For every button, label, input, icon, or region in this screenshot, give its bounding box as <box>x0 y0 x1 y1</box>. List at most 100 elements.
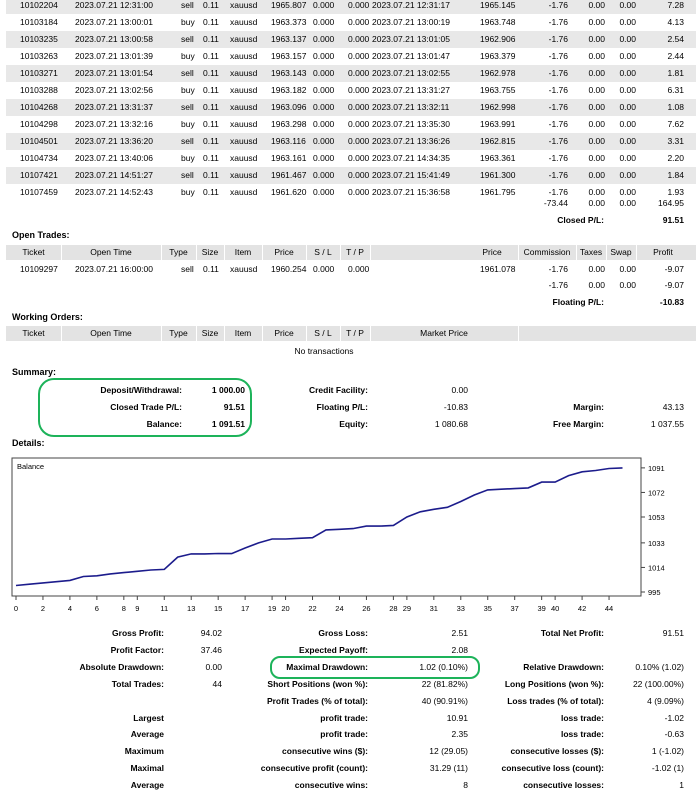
open-trade-market-price: 1961.078 <box>480 264 516 274</box>
details-v3-row-9: 1 <box>679 780 684 791</box>
closed-trade-swap: 0.00 <box>619 51 636 61</box>
open-trades-title: Open Trades: <box>12 230 70 240</box>
x-tick-label: 26 <box>362 604 370 613</box>
open-trade-ticket: 10109297 <box>20 264 58 274</box>
closed-trade-open-time: 2023.07.21 14:51:27 <box>75 170 153 180</box>
closed-trade-tp: 0.000 <box>348 0 370 10</box>
closed-trade-size: 0.11 <box>203 170 219 180</box>
open-trade-swap: 0.00 <box>619 264 636 274</box>
closed-trade-ticket: 10104268 <box>20 102 58 112</box>
closed-trade-profit: 2.44 <box>667 51 684 61</box>
closed-trade-size: 0.11 <box>203 17 219 27</box>
closed-trade-close-price: 1962.978 <box>480 68 516 78</box>
details-v1-row-2: 0.00 <box>205 661 222 672</box>
closed-trade-close-time: 2023.07.21 14:34:35 <box>372 153 450 163</box>
closed-trade-profit: 2.20 <box>667 153 684 163</box>
free-margin-value: 1 037.55 <box>650 419 684 429</box>
closed-trade-open-time: 2023.07.21 14:52:43 <box>75 187 153 197</box>
details-l2-row-0: Gross Loss: <box>318 628 368 638</box>
closed-trade-size: 0.11 <box>203 102 219 112</box>
closed-trade-sl: 0.000 <box>313 0 335 10</box>
closed-trade-size: 0.11 <box>203 136 219 146</box>
closed-trade-profit: 2.54 <box>667 34 684 44</box>
details-l3-row-2: Relative Drawdown: <box>523 661 604 672</box>
closed-trade-profit: 3.31 <box>667 136 684 146</box>
closed-trade-ticket: 10104298 <box>20 119 58 129</box>
wo-col-size: Size <box>201 328 219 338</box>
closed-trade-close-time: 2023.07.21 15:36:58 <box>372 187 450 197</box>
x-tick-label: 33 <box>457 604 465 613</box>
closed-trade-sl: 0.000 <box>313 102 335 112</box>
closed-trade-ticket: 10103263 <box>20 51 58 61</box>
closed-trade-taxes: 0.00 <box>588 17 605 27</box>
closed-trade-taxes: 0.00 <box>588 102 605 112</box>
x-tick-label: 37 <box>511 604 519 613</box>
details-l3-row-6: loss trade: <box>561 729 604 740</box>
closed-trade-size: 0.11 <box>203 187 219 197</box>
col-profit: Profit <box>653 247 673 257</box>
details-v2-row-3: 22 (81.82%) <box>421 678 468 689</box>
closed-trade-sl: 0.000 <box>313 187 335 197</box>
closed-trade-taxes: 0.00 <box>588 34 605 44</box>
x-tick-label: 22 <box>308 604 316 613</box>
closed-trade-taxes: 0.00 <box>588 51 605 61</box>
details-l2-row-3: Short Positions (won %): <box>267 678 368 689</box>
closed-trade-commission: -1.76 <box>548 153 568 163</box>
closed-trade-close-time: 2023.07.21 13:01:47 <box>372 51 450 61</box>
closed-trade-type: sell <box>181 102 194 112</box>
closed-trade-swap: 0.00 <box>619 0 636 10</box>
open-trade-time: 2023.07.21 16:00:00 <box>75 264 153 274</box>
col-commission: Commission <box>523 247 571 257</box>
closed-trade-swap: 0.00 <box>619 17 636 27</box>
details-l3-row-4: Loss trades (% of total): <box>507 695 604 706</box>
col-price: Price <box>274 247 294 257</box>
closed-trade-close-price: 1965.145 <box>480 0 516 10</box>
closed-trade-price: 1963.157 <box>271 51 307 61</box>
closed-trade-item: xauusd <box>230 187 258 197</box>
closed-trade-type: buy <box>181 51 195 61</box>
closed-trade-size: 0.11 <box>203 0 219 10</box>
closed-trade-tp: 0.000 <box>348 136 370 146</box>
details-l1-row-8: Maximal <box>130 763 164 774</box>
closed-total-swap: 0.00 <box>619 198 636 208</box>
closed-trade-ticket: 10107459 <box>20 187 58 197</box>
closed-trade-price: 1963.096 <box>271 102 307 112</box>
closed-trade-sl: 0.000 <box>313 85 335 95</box>
closed-trade-sl: 0.000 <box>313 34 335 44</box>
details-l3-row-3: Long Positions (won %): <box>504 678 604 689</box>
closed-trade-swap: 0.00 <box>619 102 636 112</box>
closed-trade-type: buy <box>181 153 195 163</box>
closed-trade-close-time: 2023.07.21 13:36:26 <box>372 136 450 146</box>
summary-title: Summary: <box>12 367 57 377</box>
details-v3-row-7: 1 (-1.02) <box>651 746 684 757</box>
closed-trade-tp: 0.000 <box>348 153 370 163</box>
details-title: Details: <box>12 438 45 448</box>
closed-trade-type: sell <box>181 34 194 44</box>
closed-trade-close-price: 1963.379 <box>480 51 516 61</box>
closed-trade-tp: 0.000 <box>348 51 370 61</box>
closed-trade-ticket: 10107421 <box>20 170 58 180</box>
closed-trade-size: 0.11 <box>203 119 219 129</box>
balance-chart: Balance 10911072105310331014995 0 2 4 6 8 9 11… <box>11 457 665 613</box>
x-tick-label: 35 <box>484 604 492 613</box>
details-l1-row-7: Maximum <box>124 746 164 757</box>
x-tick-label: 28 <box>389 604 397 613</box>
closed-trade-type: buy <box>181 17 195 27</box>
closed-trade-ticket: 10104734 <box>20 153 58 163</box>
x-tick-label: 44 <box>605 604 613 613</box>
col-ticket: Ticket <box>22 247 45 257</box>
closed-trade-tp: 0.000 <box>348 187 370 197</box>
closed-trade-close-price: 1962.998 <box>480 102 516 112</box>
open-trade-price: 1960.254 <box>271 264 307 274</box>
details-v2-row-4: 40 (90.91%) <box>421 695 468 706</box>
y-tick-label: 1014 <box>648 563 665 572</box>
closed-trade-sl: 0.000 <box>313 119 335 129</box>
closed-trade-ticket: 10103184 <box>20 17 58 27</box>
open-trade-profit: -9.07 <box>664 264 684 274</box>
closed-trade-item: xauusd <box>230 0 258 10</box>
open-trade-item: xauusd <box>230 264 258 274</box>
closed-trade-tp: 0.000 <box>348 68 370 78</box>
x-tick-label: 0 <box>14 604 18 613</box>
details-l1-row-0: Gross Profit: <box>112 628 164 638</box>
open-trade-type: sell <box>181 264 194 274</box>
